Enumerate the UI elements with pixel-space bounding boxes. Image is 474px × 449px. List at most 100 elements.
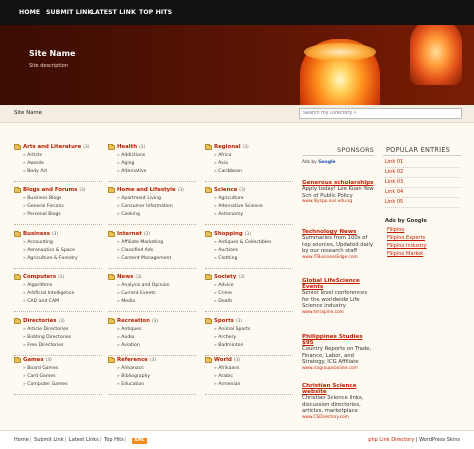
category-title[interactable]: Arts and Literature: [23, 144, 81, 150]
category-title[interactable]: Reference: [117, 357, 148, 363]
category-title[interactable]: Recreation: [117, 318, 150, 324]
subcategory-link[interactable]: Awards: [23, 160, 108, 168]
subcategory-link[interactable]: Alternative: [117, 168, 202, 176]
category-title[interactable]: Science: [214, 187, 237, 193]
subcategory-link[interactable]: Article Directories: [23, 326, 108, 334]
subcategory-link[interactable]: Caribbean: [214, 168, 299, 176]
category-header[interactable]: Sports (3): [205, 317, 299, 325]
category-header[interactable]: Reference (3): [108, 356, 202, 364]
subcategory-link[interactable]: Archery: [214, 334, 299, 342]
subcategory-link[interactable]: Arabic: [214, 373, 299, 381]
ad-title[interactable]: Christian Science website: [302, 383, 376, 395]
category-title[interactable]: Internet: [117, 231, 142, 237]
sponsor-ad[interactable]: Philippines Studies $95 Country Reports …: [302, 334, 376, 371]
popular-link[interactable]: Link 03: [385, 178, 460, 188]
subcategory-link[interactable]: Affiliate Marketing: [117, 239, 202, 247]
subcategory-link[interactable]: Analysis and Opinion: [117, 282, 202, 290]
category-title[interactable]: Health: [117, 144, 137, 150]
category-header[interactable]: Recreation (3): [108, 317, 202, 325]
subcategory-link[interactable]: Asia: [214, 160, 299, 168]
subcategory-link[interactable]: Computer Games: [23, 381, 108, 389]
popular-link[interactable]: Link 02: [385, 168, 460, 178]
footer-link-latest[interactable]: Latest Links: [69, 437, 99, 443]
search-input[interactable]: [299, 108, 462, 119]
category-title[interactable]: Computers: [23, 274, 56, 280]
popular-ads-heading[interactable]: Ads by Google: [385, 218, 427, 224]
subcategory-link[interactable]: Armenian: [214, 381, 299, 389]
category-header[interactable]: Home and Lifestyle (3): [108, 186, 202, 194]
subcategory-link[interactable]: Artists: [23, 152, 108, 160]
category-header[interactable]: Science (3): [205, 186, 299, 194]
subcategory-link[interactable]: Business Blogs: [23, 195, 108, 203]
php-link-directory-link[interactable]: php Link Directory: [368, 437, 414, 443]
breadcrumb[interactable]: Site Name: [14, 110, 42, 116]
category-header[interactable]: Games (3): [14, 356, 108, 364]
category-title[interactable]: Shopping: [214, 231, 243, 237]
subcategory-link[interactable]: Bidding Directories: [23, 334, 108, 342]
subcategory-link[interactable]: Agriculture: [214, 195, 299, 203]
subcategory-link[interactable]: General Forums: [23, 203, 108, 211]
category-header[interactable]: Regional (3): [205, 143, 299, 151]
subcategory-link[interactable]: Personal Blogs: [23, 211, 108, 219]
subcategory-link[interactable]: Auctions: [214, 247, 299, 255]
footer-link-top-hits[interactable]: Top Hits: [104, 437, 124, 443]
subcategory-link[interactable]: Antiques & Collectibles: [214, 239, 299, 247]
nav-latest-link[interactable]: LATEST LINK: [91, 9, 136, 16]
subcategory-link[interactable]: Crime: [214, 290, 299, 298]
category-header[interactable]: Directories (3): [14, 317, 108, 325]
subcategory-link[interactable]: Antiques: [117, 326, 202, 334]
subcategory-link[interactable]: Body Art: [23, 168, 108, 176]
subcategory-link[interactable]: Board Games: [23, 365, 108, 373]
sponsor-ad[interactable]: Technology News Summaries from 100s of t…: [302, 229, 376, 260]
subcategory-link[interactable]: CAD and CAM: [23, 298, 108, 306]
ad-url[interactable]: www.terrapinn.com: [302, 310, 376, 315]
ad-url[interactable]: www.ITBusinessEdge.com: [302, 255, 376, 260]
ads-by-google-label[interactable]: Ads by Google: [302, 160, 335, 165]
subcategory-link[interactable]: Audio: [117, 334, 202, 342]
category-header[interactable]: Computers (3): [14, 273, 108, 281]
category-title[interactable]: Blogs and Forums: [23, 187, 77, 193]
subcategory-link[interactable]: Consumer Information: [117, 203, 202, 211]
nav-home[interactable]: HOME: [19, 9, 40, 16]
popular-ad-link[interactable]: Filipino Industry: [387, 243, 427, 249]
category-title[interactable]: News: [117, 274, 133, 280]
subcategory-link[interactable]: Clothing: [214, 255, 299, 263]
subcategory-link[interactable]: Animal Sports: [214, 326, 299, 334]
subcategory-link[interactable]: Accounting: [23, 239, 108, 247]
category-header[interactable]: World (3): [205, 356, 299, 364]
popular-ad-link[interactable]: Filipino: [387, 227, 404, 233]
subcategory-link[interactable]: Aviation: [117, 342, 202, 350]
site-name[interactable]: Site Name: [29, 49, 75, 58]
subcategory-link[interactable]: Classified Ads: [117, 247, 202, 255]
subcategory-link[interactable]: Apartment Living: [117, 195, 202, 203]
popular-ad-link[interactable]: Filipino Market: [387, 251, 423, 257]
category-title[interactable]: Regional: [214, 144, 241, 150]
ad-url[interactable]: www.icsgroupsonline.com: [302, 366, 376, 371]
subcategory-link[interactable]: Agriculture & Forestry: [23, 255, 108, 263]
popular-ad-link[interactable]: Filipino Experts: [387, 235, 425, 241]
subcategory-link[interactable]: Aeronautics & Space: [23, 247, 108, 255]
category-title[interactable]: Sports: [214, 318, 234, 324]
subcategory-link[interactable]: Africa: [214, 152, 299, 160]
ad-title[interactable]: Philippines Studies $95: [302, 334, 376, 346]
category-title[interactable]: Directories: [23, 318, 56, 324]
popular-link[interactable]: Link 05: [385, 198, 460, 208]
category-title[interactable]: Games: [23, 357, 44, 363]
category-title[interactable]: Home and Lifestyle: [117, 187, 176, 193]
category-header[interactable]: Blogs and Forums (3): [14, 186, 108, 194]
subcategory-link[interactable]: Media: [117, 298, 202, 306]
sponsor-ad[interactable]: Generous scholarships Apply today! Lee K…: [302, 180, 376, 204]
category-title[interactable]: Society: [214, 274, 236, 280]
subcategory-link[interactable]: Astronomy: [214, 211, 299, 219]
subcategory-link[interactable]: Almanacs: [117, 365, 202, 373]
ad-url[interactable]: www.CSDirectory.com: [302, 415, 376, 420]
subcategory-link[interactable]: Content Management: [117, 255, 202, 263]
subcategory-link[interactable]: Death: [214, 298, 299, 306]
subcategory-link[interactable]: Advice: [214, 282, 299, 290]
xml-feed-button[interactable]: XML: [132, 438, 147, 444]
sponsor-ad[interactable]: Christian Science website Christian Scie…: [302, 383, 376, 420]
subcategory-link[interactable]: Cooking: [117, 211, 202, 219]
category-title[interactable]: Business: [23, 231, 50, 237]
nav-top-hits[interactable]: TOP HITS: [139, 9, 172, 16]
category-header[interactable]: Arts and Literature (3): [14, 143, 108, 151]
